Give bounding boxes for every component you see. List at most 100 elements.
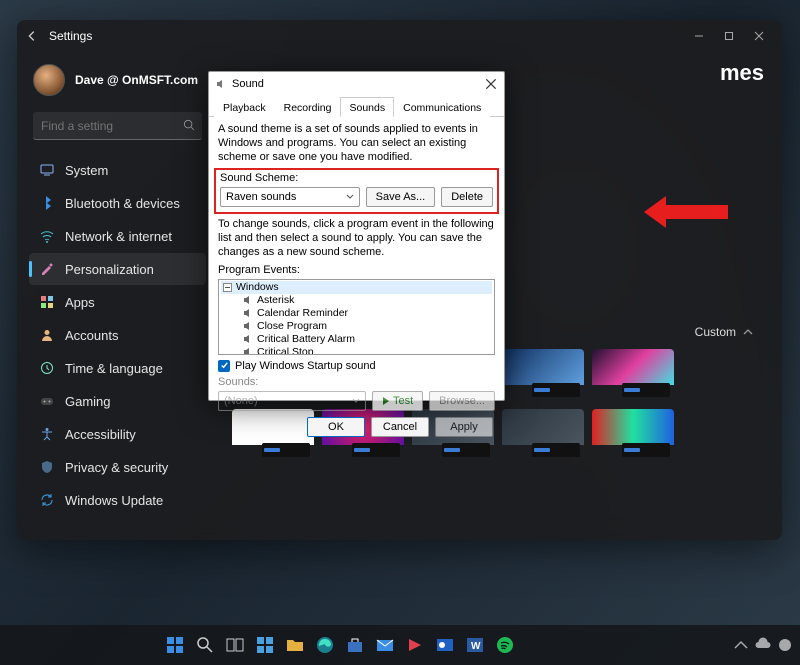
taskbar-widgets-icon[interactable] (252, 632, 278, 658)
dialog-titlebar: Sound (209, 72, 504, 96)
event-item[interactable]: Asterisk (221, 294, 492, 307)
custom-link[interactable]: Custom (695, 325, 754, 339)
tab-playback[interactable]: Playback (214, 97, 275, 117)
speaker-icon (243, 295, 253, 305)
sidebar-item-accessibility[interactable]: Accessibility (29, 418, 206, 450)
sound-dialog: Sound PlaybackRecordingSoundsCommunicati… (208, 71, 505, 401)
tray-status-icon[interactable] (776, 636, 794, 654)
sidebar-item-accounts[interactable]: Accounts (29, 319, 206, 351)
test-button[interactable]: Test (372, 391, 423, 411)
startup-checkbox-label: Play Windows Startup sound (235, 360, 376, 372)
taskbar-spotify-icon[interactable] (492, 632, 518, 658)
scheme-dropdown[interactable]: Raven sounds (220, 187, 360, 207)
sidebar-item-label: Apps (65, 295, 95, 310)
tray-chevron-up-icon[interactable] (732, 636, 750, 654)
sidebar-item-label: Accounts (65, 328, 118, 343)
startup-checkbox[interactable] (218, 360, 230, 372)
program-events-label: Program Events: (218, 264, 495, 276)
taskbar-outlook-icon[interactable] (432, 632, 458, 658)
speaker-icon (243, 321, 253, 331)
window-title: Settings (49, 29, 92, 43)
privacy-icon (39, 459, 55, 475)
taskbar-word-icon[interactable]: W (462, 632, 488, 658)
sidebar-item-apps[interactable]: Apps (29, 286, 206, 318)
apply-button: Apply (435, 417, 493, 437)
event-item[interactable]: Close Program (221, 320, 492, 333)
scheme-description: A sound theme is a set of sounds applied… (218, 123, 495, 164)
back-icon[interactable] (25, 29, 39, 43)
sidebar-item-update[interactable]: Windows Update (29, 484, 206, 516)
delete-button[interactable]: Delete (441, 187, 493, 207)
speaker-icon (243, 334, 253, 344)
system-tray (732, 625, 794, 665)
bluetooth-icon (39, 195, 55, 211)
event-item[interactable]: Critical Stop (221, 346, 492, 355)
system-icon (39, 162, 55, 178)
chevron-down-icon (346, 193, 354, 201)
sidebar-item-privacy[interactable]: Privacy & security (29, 451, 206, 483)
profile-name: Dave @ OnMSFT.com (75, 73, 198, 87)
sidebar-item-gaming[interactable]: Gaming (29, 385, 206, 417)
maximize-button[interactable] (714, 25, 744, 47)
taskbar: W (0, 625, 800, 665)
theme-tile[interactable] (592, 409, 674, 461)
program-events-list[interactable]: WindowsAsteriskCalendar ReminderClose Pr… (218, 279, 495, 355)
search-icon (182, 118, 196, 132)
sidebar-item-time[interactable]: Time & language (29, 352, 206, 384)
scheme-section-highlight: Sound Scheme: Raven sounds Save As... De… (214, 168, 499, 214)
taskbar-store-icon[interactable] (342, 632, 368, 658)
taskbar-start-icon[interactable] (162, 632, 188, 658)
taskbar-taskview-icon[interactable] (222, 632, 248, 658)
event-item[interactable]: Calendar Reminder (221, 307, 492, 320)
change-description: To change sounds, click a program event … (218, 218, 495, 259)
theme-tile[interactable] (502, 409, 584, 461)
taskbar-search-icon[interactable] (192, 632, 218, 658)
close-icon[interactable] (484, 77, 498, 91)
sidebar-item-bluetooth[interactable]: Bluetooth & devices (29, 187, 206, 219)
ok-button[interactable]: OK (307, 417, 365, 437)
sidebar-item-label: System (65, 163, 108, 178)
sounds-dropdown: (None) (218, 391, 366, 411)
tab-recording[interactable]: Recording (275, 97, 341, 117)
theme-tile[interactable] (592, 349, 674, 401)
taskbar-mail-icon[interactable] (372, 632, 398, 658)
close-button[interactable] (744, 25, 774, 47)
sounds-label: Sounds: (218, 376, 495, 388)
wifi-icon (39, 228, 55, 244)
accessibility-icon (39, 426, 55, 442)
apps-icon (39, 294, 55, 310)
taskbar-edge-icon[interactable] (312, 632, 338, 658)
sidebar: Dave @ OnMSFT.com System Bluetooth & devi… (17, 52, 212, 540)
minimize-button[interactable] (684, 25, 714, 47)
profile[interactable]: Dave @ OnMSFT.com (29, 58, 206, 110)
tray-cloud-icon[interactable] (754, 636, 772, 654)
sidebar-item-personalization[interactable]: Personalization (29, 253, 206, 285)
scheme-label: Sound Scheme: (220, 172, 493, 184)
chevron-down-icon (352, 397, 360, 405)
sidebar-item-label: Windows Update (65, 493, 163, 508)
sidebar-item-label: Time & language (65, 361, 163, 376)
chevron-up-icon (742, 326, 754, 338)
avatar (33, 64, 65, 96)
save-as-button[interactable]: Save As... (366, 187, 436, 207)
theme-tile[interactable] (502, 349, 584, 401)
search-input[interactable] (33, 112, 202, 140)
taskbar-explorer-icon[interactable] (282, 632, 308, 658)
sidebar-item-label: Personalization (65, 262, 154, 277)
tab-communications[interactable]: Communications (394, 97, 490, 117)
personalization-icon (39, 261, 55, 277)
tab-sounds[interactable]: Sounds (340, 97, 394, 117)
sidebar-item-label: Accessibility (65, 427, 136, 442)
browse-button[interactable]: Browse... (429, 391, 495, 411)
sidebar-item-label: Network & internet (65, 229, 172, 244)
event-root[interactable]: Windows (221, 281, 492, 294)
event-item[interactable]: Critical Battery Alarm (221, 333, 492, 346)
sidebar-item-system[interactable]: System (29, 154, 206, 186)
speaker-icon (243, 347, 253, 355)
sidebar-item-wifi[interactable]: Network & internet (29, 220, 206, 252)
taskbar-video-icon[interactable] (402, 632, 428, 658)
titlebar: Settings (17, 20, 782, 52)
sidebar-item-label: Privacy & security (65, 460, 168, 475)
cancel-button[interactable]: Cancel (371, 417, 429, 437)
accounts-icon (39, 327, 55, 343)
